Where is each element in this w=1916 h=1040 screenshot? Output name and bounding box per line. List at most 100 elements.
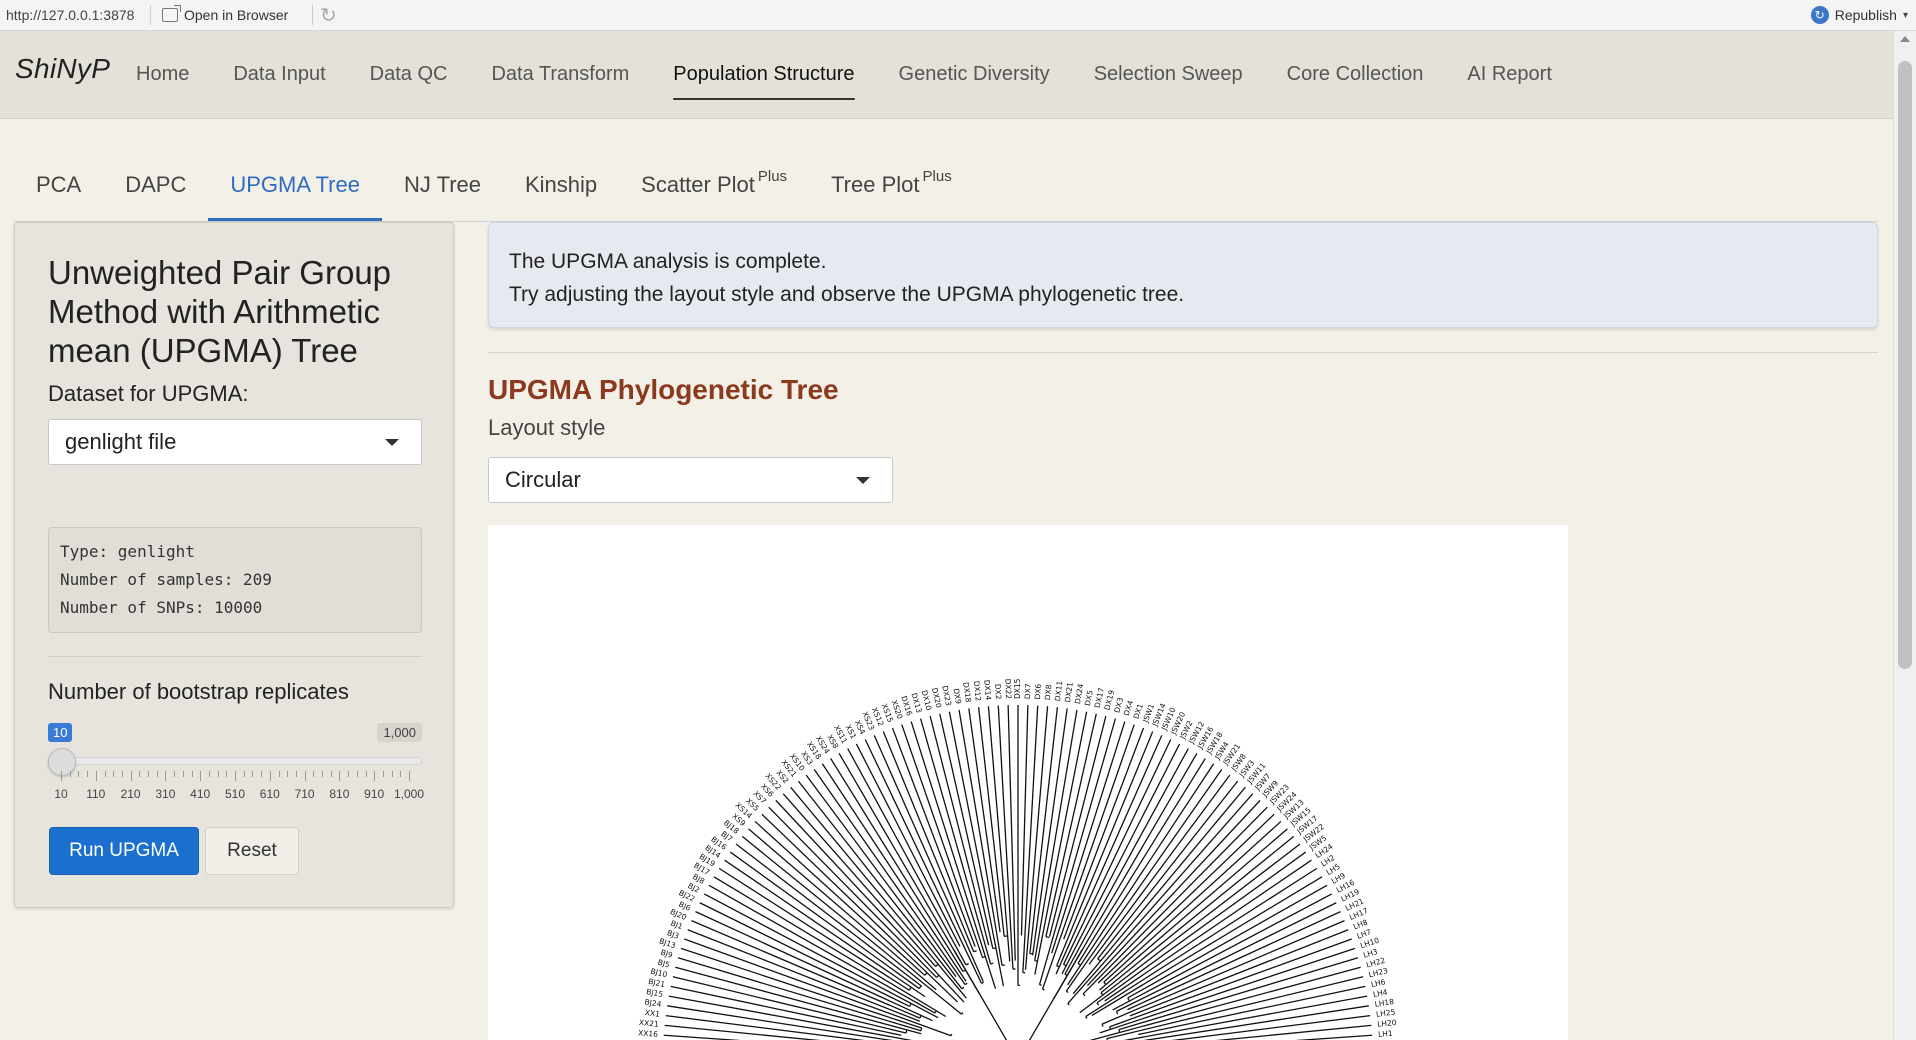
status-alert: The UPGMA analysis is complete. Try adju… [488,222,1878,328]
open-in-browser-button[interactable]: Open in Browser [162,5,288,25]
dataset-select-value: genlight file [65,429,177,454]
slider-track[interactable] [48,757,422,765]
tree-branch [968,708,1001,933]
viewer-url[interactable]: http://127.0.0.1:3878 [6,7,134,23]
toolbar-separator [150,5,151,25]
slider-tick [339,771,341,781]
slider-tick-label: 910 [364,787,385,801]
tip-label: DX14 [982,679,993,700]
run-upgma-button[interactable]: Run UPGMA [49,827,199,875]
nav-item-selection-sweep[interactable]: Selection Sweep [1072,31,1265,118]
tree-internal-arc [1065,990,1069,993]
tip-label: LH25 [1376,1007,1397,1018]
slider-tick [365,771,367,777]
tree-branch [670,985,902,1036]
nav-item-data-transform[interactable]: Data Transform [469,31,651,118]
slider-tick [95,771,97,781]
tab-label: UPGMA Tree [230,172,360,197]
toolbar-separator [312,5,313,25]
tree-branch [1088,774,1231,965]
chevron-down-icon[interactable]: ▾ [1903,10,1908,21]
slider-tick [87,771,89,777]
tip-label: DX22 [1003,679,1013,700]
top-navbar: ShiNyP Home Data Input Data QC Data Transfo… [0,31,1894,119]
dataset-select[interactable]: genlight file [48,419,422,465]
tree-internal-arc [1096,1002,1100,1006]
slider-tick [121,771,123,777]
slider-tick [104,771,106,777]
layout-style-value: Circular [505,467,581,492]
slider-tick-label: 1,000 [393,787,425,801]
tree-branch [919,718,992,965]
info-line: Number of samples: 209 [60,570,272,589]
nav-item-data-input[interactable]: Data Input [211,31,347,118]
tab-label: Tree Plot [831,172,920,197]
slider-tick [130,771,132,781]
tree-internal-arc [1115,1011,1119,1015]
tab-superscript: Plus [757,167,788,185]
tab-kinship[interactable]: Kinship [503,150,619,220]
tip-label: XX1 [644,1008,660,1019]
tree-root-branch [1028,949,1083,1040]
slider-tick [243,771,245,777]
tip-label: DX7 [1023,683,1032,699]
republish-label: Republish [1834,7,1897,23]
app-brand[interactable]: ShiNyP [15,53,110,85]
slider-tick [182,771,184,777]
upgma-sidebar-panel: Unweighted Pair Group Method with Arithm… [14,222,454,908]
slider-tick [139,771,141,777]
tab-dapc[interactable]: DAPC [103,150,208,220]
republish-button[interactable]: ↻ Republish ▾ [1810,6,1908,24]
bootstrap-label: Number of bootstrap replicates [48,679,349,704]
layout-style-select[interactable]: Circular [488,457,893,503]
divider [48,656,422,657]
slider-tick [156,771,158,777]
nav-item-data-qc[interactable]: Data QC [348,31,470,118]
tab-pca[interactable]: PCA [14,150,103,220]
tree-internal-arc [1045,936,1050,939]
nav-item-core-collection[interactable]: Core Collection [1265,31,1446,118]
slider-tick [391,771,393,777]
page-scrollbar[interactable] [1893,31,1916,1040]
tab-tree-plot[interactable]: Tree Plot Plus [809,150,974,220]
nav-item-genetic-diversity[interactable]: Genetic Diversity [877,31,1072,118]
tree-branch [675,966,922,1035]
slider-tick [217,771,219,777]
scroll-up-icon[interactable] [1900,36,1910,42]
slider-tick [226,771,228,777]
upgma-tree-plot: XX16 XX21 XX1 BJ24 BJ15 BJ21 BJ10 BJ5 BJ9 BJ13 BJ3… [488,525,1568,1040]
tree-branch [1100,835,1295,994]
slider-tick-label: 410 [190,787,211,801]
refresh-icon[interactable]: ↻ [320,3,337,28]
dataset-info: Type: genlight Number of samples: 209 Nu… [48,527,422,633]
tree-branch [1077,758,1206,964]
tab-scatter-plot[interactable]: Scatter Plot Plus [619,150,809,220]
tab-upgma-tree[interactable]: UPGMA Tree [208,150,382,221]
slider-tick [78,771,80,777]
slider-tick-label: 710 [294,787,315,801]
slider-tick [374,771,376,781]
nav-menu: Home Data Input Data QC Data Transform Popul… [114,31,1574,118]
dataset-label: Dataset for UPGMA: [48,381,249,406]
tree-branches [663,705,1373,1040]
tree-branch [1118,957,1359,1031]
reset-button[interactable]: Reset [205,827,299,875]
slider-tick [409,771,410,781]
tip-label: LH20 [1377,1018,1397,1029]
tree-internal-arc [965,962,969,966]
tree-internal-arc [1082,993,1086,997]
bootstrap-slider[interactable]: 10 1,000 10 110 210 310 410 510 610 710 810 910 1,… [48,723,425,803]
nav-item-ai-report[interactable]: AI Report [1445,31,1573,118]
tree-internal-arc [961,1012,964,1015]
tree-branch [1007,705,1016,961]
slider-tick [191,771,193,777]
nav-item-population-structure[interactable]: Population Structure [651,31,876,118]
publish-icon: ↻ [1810,6,1829,24]
slider-tick [200,771,202,781]
tab-nj-tree[interactable]: NJ Tree [382,150,503,220]
tree-branch [1143,1005,1369,1040]
slider-tick [278,771,280,777]
slider-tick [304,771,306,781]
nav-item-home[interactable]: Home [114,31,211,118]
scrollbar-thumb[interactable] [1898,61,1912,669]
